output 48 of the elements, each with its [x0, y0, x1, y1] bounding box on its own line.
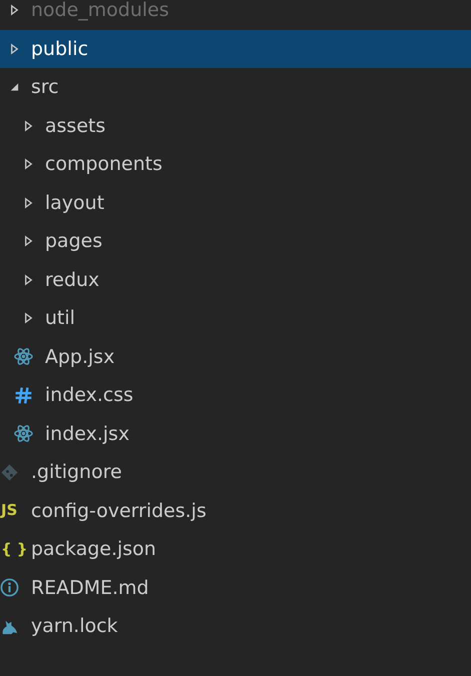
folder-name: assets	[45, 114, 106, 137]
tree-row[interactable]: util	[0, 299, 471, 338]
collapsed-arrow-icon[interactable]	[23, 235, 34, 248]
file-name: yarn.lock	[31, 615, 118, 638]
tree-row[interactable]: index.css	[0, 376, 471, 414]
collapsed-arrow-icon[interactable]	[23, 120, 34, 132]
tree-row[interactable]: App.jsx	[0, 338, 471, 376]
collapsed-arrow-icon[interactable]	[23, 158, 34, 170]
tree-row[interactable]: layout	[0, 184, 471, 222]
collapsed-arrow-icon[interactable]	[9, 42, 20, 55]
file-type-icon: JS	[0, 501, 18, 520]
tree-row[interactable]: { } package.json	[0, 530, 471, 568]
tree-row[interactable]: README.md	[0, 568, 471, 607]
folder-name: util	[45, 307, 76, 330]
folder-name: node_modules	[31, 0, 170, 22]
tree-row[interactable]: pages	[0, 222, 471, 260]
file-name: README.md	[31, 576, 149, 599]
tree-row[interactable]: src	[0, 68, 471, 106]
file-name: package.json	[31, 538, 156, 560]
tree-row[interactable]: index.jsx	[0, 414, 471, 453]
tree-row[interactable]: JS config-overrides.js	[0, 492, 471, 530]
tree-row[interactable]: assets	[0, 106, 471, 145]
react-icon	[14, 347, 33, 366]
tree-row[interactable]: public	[0, 30, 471, 68]
hash-icon	[14, 386, 33, 405]
file-name: index.css	[45, 384, 134, 406]
collapsed-arrow-icon[interactable]	[23, 196, 34, 209]
tree-row[interactable]: components	[0, 145, 471, 184]
file-name: config-overrides.js	[31, 500, 206, 522]
tree-row[interactable]: yarn.lock	[0, 607, 471, 646]
info-icon	[0, 578, 19, 598]
folder-name: redux	[45, 268, 100, 291]
collapsed-arrow-icon[interactable]	[9, 4, 20, 16]
expanded-arrow-icon[interactable]	[9, 81, 20, 94]
folder-name: public	[31, 38, 88, 60]
collapsed-arrow-icon[interactable]	[23, 312, 34, 324]
folder-name: src	[31, 76, 59, 98]
collapsed-arrow-icon[interactable]	[23, 274, 34, 286]
file-name: App.jsx	[45, 346, 115, 368]
file-name: .gitignore	[31, 461, 122, 484]
folder-name: pages	[45, 230, 102, 252]
file-type-icon: { }	[0, 540, 29, 559]
file-name: index.jsx	[45, 422, 130, 445]
tree-row[interactable]: redux	[0, 260, 471, 299]
tree-row[interactable]: .gitignore	[0, 453, 471, 492]
folder-name: components	[45, 153, 162, 176]
folder-name: layout	[45, 192, 104, 214]
react-icon	[14, 424, 33, 444]
